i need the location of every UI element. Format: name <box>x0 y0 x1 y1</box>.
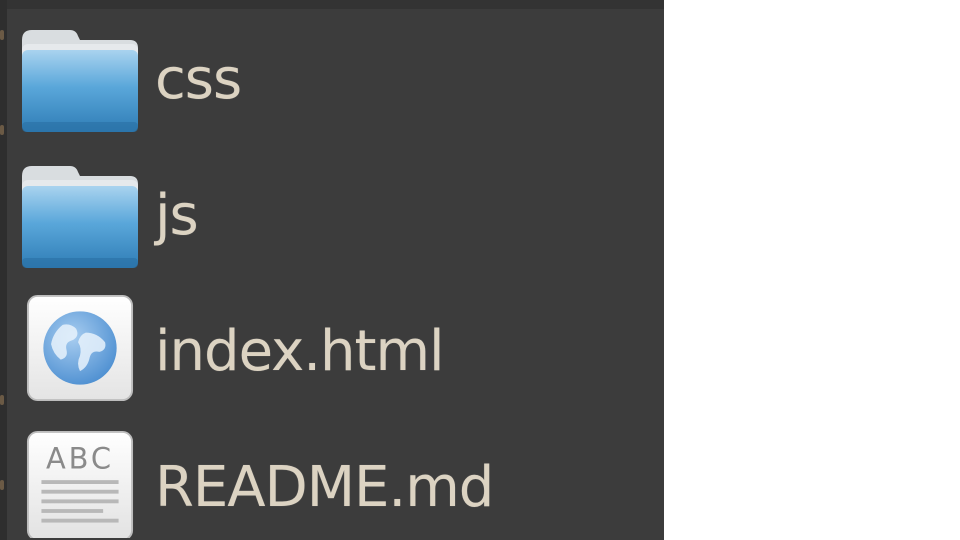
html-globe-icon <box>26 294 134 402</box>
file-name-label: js <box>155 183 199 248</box>
file-item-css[interactable]: css <box>0 8 664 144</box>
file-name-label: css <box>155 47 242 112</box>
file-list: css js index.html ABC README.md <box>0 0 664 540</box>
folder-icon <box>22 30 138 132</box>
file-item-readme-md[interactable]: ABC README.md <box>0 416 664 540</box>
file-name-label: README.md <box>155 455 494 520</box>
file-manager-pane: css js index.html ABC README.md <box>0 0 664 540</box>
text-document-icon: ABC <box>26 430 134 538</box>
file-name-label: index.html <box>155 319 445 384</box>
file-item-js[interactable]: js <box>0 144 664 280</box>
file-item-index-html[interactable]: index.html <box>0 280 664 416</box>
blank-area <box>664 0 960 540</box>
abc-letters: ABC <box>46 442 114 476</box>
folder-icon <box>22 166 138 268</box>
